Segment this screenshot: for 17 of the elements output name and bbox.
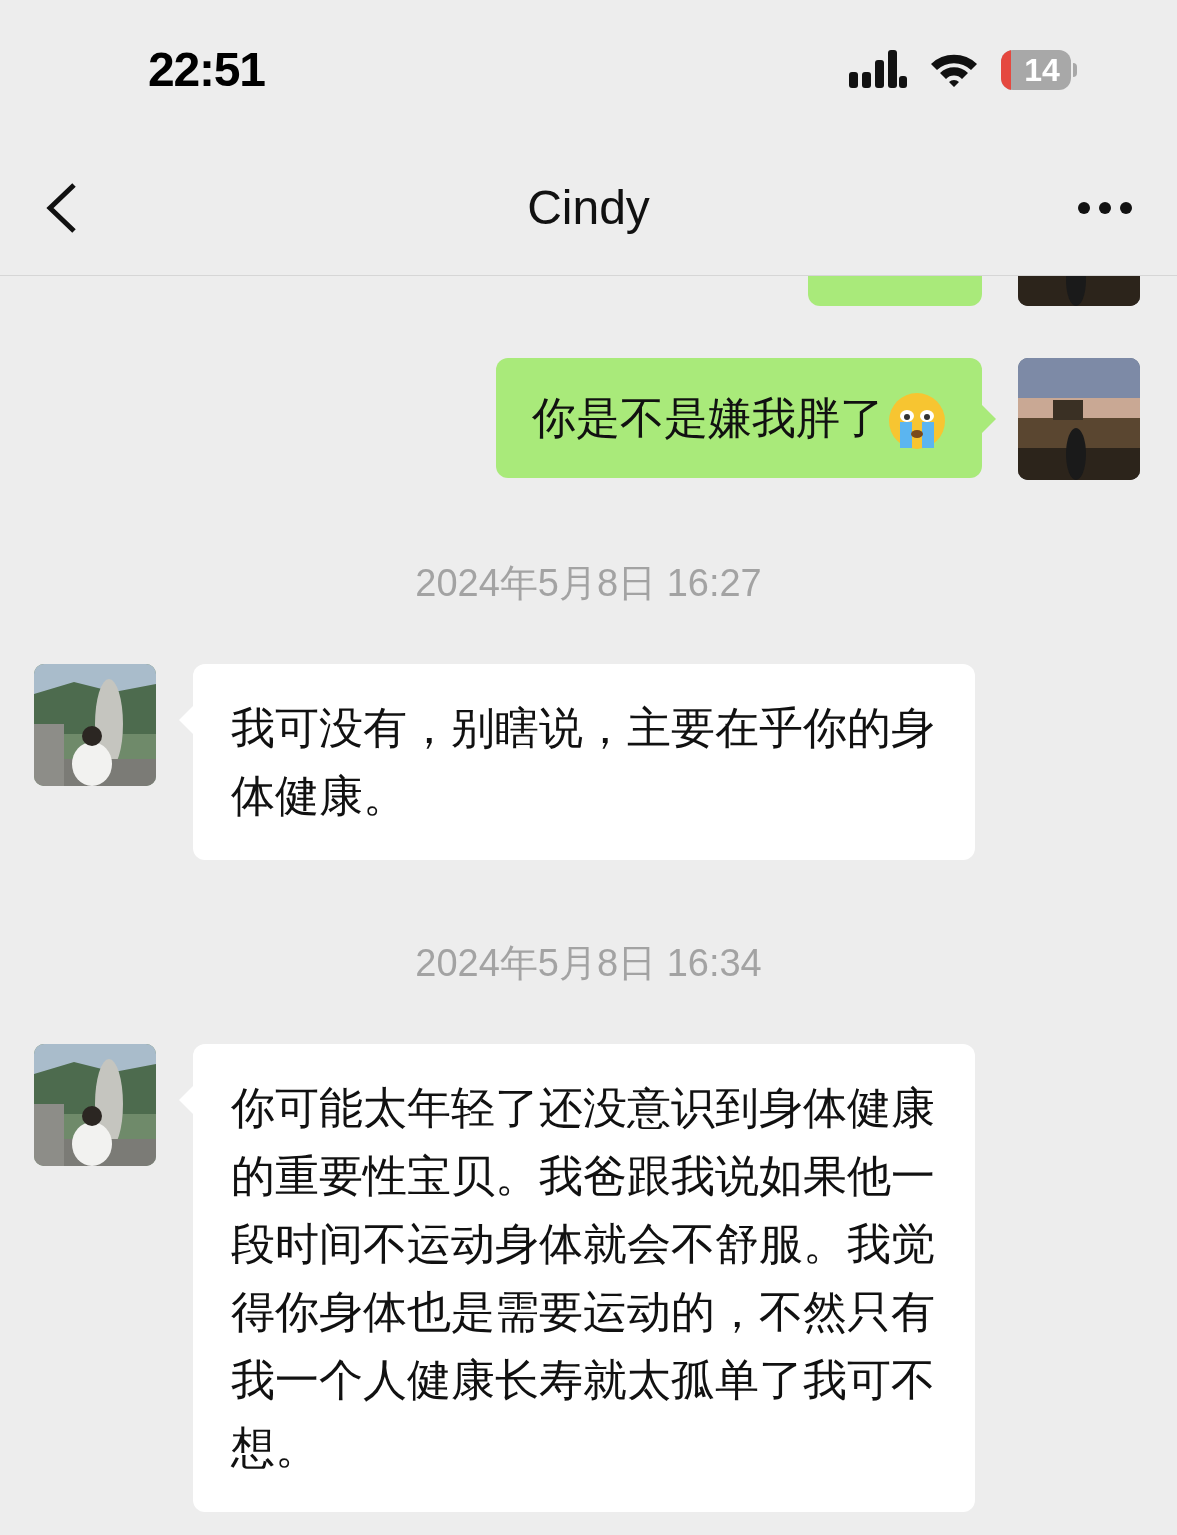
message-bubble[interactable]: 我可没有，别瞎说，主要在乎你的身体健康。 [193, 664, 975, 860]
message-text: 你是不是嫌我胖了 [532, 393, 884, 442]
message-text: 我可没有，别瞎说，主要在乎你的身体健康。 [231, 703, 935, 820]
timestamp: 2024年5月8日 16:27 [415, 563, 762, 603]
bubble-tail [982, 405, 996, 433]
message-bubble[interactable]: 你是不是嫌我胖了 [496, 358, 982, 478]
wifi-icon [929, 52, 979, 88]
battery-fill [1001, 50, 1011, 90]
timestamp: 2024年5月8日 16:34 [415, 943, 762, 983]
chat-title: Cindy [527, 179, 650, 236]
more-icon[interactable] [1077, 200, 1133, 215]
message-text: 你可能太年轻了还没意识到身体健康的重要性宝贝。我爸跟我说如果他一段时间不运动身体就会不舒服。我觉得你身体也是需要运动的，不然只有我一个人健康长寿就太孤单了我可不想。 [231, 1083, 935, 1472]
signal-icon [849, 50, 907, 90]
back-icon[interactable] [44, 181, 78, 234]
battery-level: 14 [1023, 51, 1061, 90]
message-bubble[interactable]: 你可能太年轻了还没意识到身体健康的重要性宝贝。我爸跟我说如果他一段时间不运动身体就会不舒服。我觉得你身体也是需要运动的，不然只有我一个人健康长寿就太孤单了我可不想。 [193, 1044, 975, 1512]
status-time: 22:51 [148, 42, 265, 98]
